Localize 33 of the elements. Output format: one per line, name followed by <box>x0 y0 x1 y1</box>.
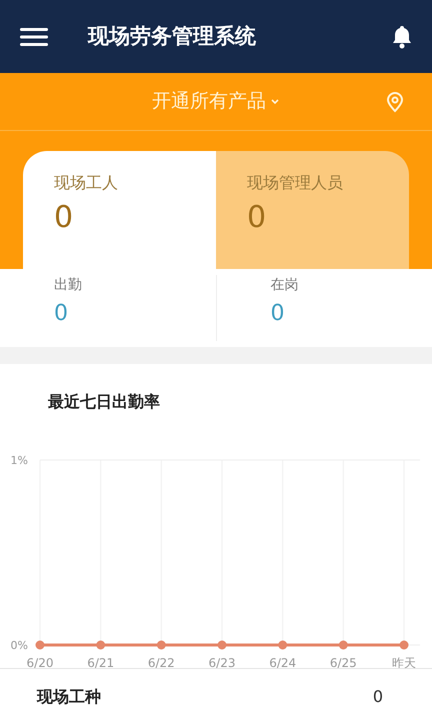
summary-tab[interactable]: 现场管理人员 0 <box>216 151 409 269</box>
notification-bell-icon[interactable] <box>392 24 412 48</box>
data-point <box>218 640 226 650</box>
axis-label: 6/23 <box>208 656 236 668</box>
stat-value: 0 <box>54 300 69 328</box>
axis-label: 6/22 <box>148 656 175 668</box>
axis-label: 6/21 <box>87 656 114 668</box>
data-point <box>96 640 106 650</box>
data-point <box>36 640 44 650</box>
stat-label: 出勤 <box>54 276 83 295</box>
tab-label: 现场工人 <box>54 172 119 194</box>
axis-label: 6/24 <box>269 656 296 668</box>
stat-label: 在岗 <box>270 276 300 295</box>
data-point <box>156 640 166 650</box>
menu-icon[interactable] <box>20 26 48 46</box>
list-label: 现场工种 <box>37 686 101 708</box>
product-selector[interactable]: 开通所有产品 <box>152 87 280 116</box>
data-point <box>400 640 408 650</box>
chevron-down-icon <box>270 98 280 106</box>
axis-label: 6/25 <box>330 656 357 668</box>
data-point <box>338 640 348 650</box>
axis-label: 1% <box>10 454 28 467</box>
app-title: 现场劳务管理系统 <box>88 22 256 50</box>
summary-tab[interactable]: 现场工人 0 <box>23 151 216 269</box>
list-value: 0 <box>372 686 383 708</box>
data-point <box>278 640 288 650</box>
tab-value: 0 <box>54 199 74 236</box>
axis-label: 0% <box>10 639 28 652</box>
stat-value: 0 <box>270 300 286 328</box>
tab-value: 0 <box>247 199 268 236</box>
chart-title: 最近七日出勤率 <box>47 391 161 413</box>
axis-label: 6/20 <box>26 656 54 668</box>
tab-label: 现场管理人员 <box>247 172 344 194</box>
